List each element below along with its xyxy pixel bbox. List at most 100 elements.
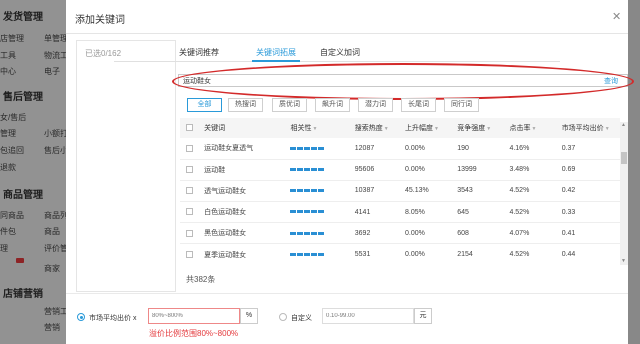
row-checkbox[interactable] — [186, 229, 193, 237]
filter-soaring[interactable]: 飙升词 — [315, 98, 350, 112]
bid-error-message: 溢价比例范围80%~800% — [149, 329, 239, 338]
custom-bid-input[interactable] — [322, 308, 414, 324]
filter-potential[interactable]: 潜力词 — [358, 98, 393, 112]
row-checkbox[interactable] — [186, 187, 193, 195]
cell-keyword: 黑色运动鞋女 — [204, 230, 247, 238]
cell-bid: 0.69 — [561, 166, 576, 174]
tab-recommend[interactable]: 关键词推荐 — [179, 47, 219, 58]
filter-competitor[interactable]: 同行词 — [444, 98, 479, 112]
cell-keyword: 运动鞋 — [204, 166, 226, 174]
cell-ctr: 4.52% — [509, 187, 530, 195]
table-scrollbar[interactable]: ▲ ▼ — [620, 122, 628, 265]
cell-rise: 0.00% — [404, 229, 425, 237]
yuan-unit: 元 — [414, 308, 432, 324]
custom-bid-label: 自定义 — [291, 315, 312, 322]
cell-rise: 0.00% — [404, 166, 425, 174]
filter-quality[interactable]: 质优词 — [272, 98, 307, 112]
keyword-search-box: 查询 — [178, 74, 628, 87]
filter-all[interactable]: 全部 — [187, 98, 222, 112]
row-checkbox[interactable] — [186, 144, 193, 152]
col-ctr[interactable]: 点击率▼ — [509, 118, 561, 138]
total-count: 共382条 — [186, 275, 216, 284]
col-relevance[interactable]: 相关性▼ — [290, 118, 354, 138]
scroll-up-icon[interactable]: ▲ — [621, 122, 626, 128]
cell-competition: 13999 — [457, 166, 477, 174]
cell-competition: 3543 — [457, 187, 473, 195]
cell-relevance — [290, 180, 354, 201]
keyword-search-input[interactable] — [179, 75, 589, 86]
table-row[interactable]: 黑色运动鞋女 3692 0.00% 608 4.07% 0.41 — [180, 223, 620, 244]
percent-unit: % — [240, 308, 258, 324]
cell-relevance — [290, 244, 354, 263]
footer-divider — [66, 293, 628, 294]
cell-competition: 645 — [457, 208, 469, 216]
market-bid-radio[interactable] — [77, 313, 85, 321]
row-checkbox[interactable] — [186, 208, 193, 216]
relevance-bars — [290, 252, 325, 256]
col-bid[interactable]: 市场平均出价▼ — [562, 118, 620, 138]
cell-rise: 8.05% — [404, 208, 425, 216]
cell-bid: 0.41 — [561, 229, 576, 237]
filter-hot[interactable]: 热搜词 — [228, 98, 263, 112]
cell-bid: 0.42 — [561, 187, 576, 195]
table-row[interactable]: 夏季运动鞋女 5531 0.00% 2154 4.52% 0.44 — [180, 244, 620, 263]
relevance-bars — [290, 167, 325, 171]
cell-rise: 0.00% — [404, 251, 425, 259]
col-heat[interactable]: 搜索热度▼ — [355, 118, 405, 138]
cell-ctr: 4.07% — [509, 229, 530, 237]
cell-heat: 95606 — [354, 166, 375, 174]
cell-keyword: 白色运动鞋女 — [204, 209, 247, 217]
close-icon[interactable]: ✕ — [612, 10, 621, 23]
relevance-bars — [290, 189, 325, 193]
cell-ctr: 4.52% — [509, 208, 530, 216]
table-row[interactable]: 运动鞋 95606 0.00% 13999 3.48% 0.69 — [180, 159, 620, 181]
cell-relevance — [290, 138, 354, 159]
cell-ctr: 4.16% — [509, 144, 530, 152]
filter-longtail[interactable]: 长尾词 — [401, 98, 436, 112]
scroll-thumb[interactable] — [621, 152, 627, 164]
relevance-bars — [290, 231, 325, 235]
cell-bid: 0.44 — [561, 251, 576, 259]
tab-expand[interactable]: 关键词拓展 — [256, 47, 296, 58]
cell-ctr: 3.48% — [509, 166, 530, 174]
active-tab-indicator — [252, 60, 300, 62]
row-checkbox[interactable] — [186, 250, 193, 258]
cell-relevance — [290, 159, 354, 180]
cell-heat: 12087 — [354, 144, 375, 152]
cell-rise: 45.13% — [404, 187, 429, 195]
select-all-checkbox[interactable] — [186, 124, 193, 132]
keyword-table: 关键词 相关性▼ 搜索热度▼ 上升幅度▼ 竞争强度▼ 点击率▼ 市场平均出价▼ … — [180, 118, 620, 263]
col-keyword: 关键词 — [204, 125, 226, 132]
cell-competition: 2154 — [457, 251, 473, 259]
col-rise[interactable]: 上升幅度▼ — [405, 118, 457, 138]
row-checkbox[interactable] — [186, 166, 193, 174]
cell-heat: 5531 — [354, 251, 371, 259]
relevance-bars — [290, 146, 325, 150]
cell-ctr: 4.52% — [509, 251, 530, 259]
cell-heat: 4141 — [354, 208, 371, 216]
cell-competition: 608 — [457, 229, 469, 237]
cell-relevance — [290, 202, 354, 223]
tab-custom[interactable]: 自定义加词 — [320, 47, 360, 58]
custom-bid-radio[interactable] — [279, 313, 287, 321]
cell-competition: 190 — [457, 144, 469, 152]
table-row[interactable]: 运动鞋女夏透气 12087 0.00% 190 4.16% 0.37 — [180, 138, 620, 160]
dialog-title: 添加关键词 — [75, 15, 125, 26]
search-button[interactable]: 查询 — [604, 76, 618, 86]
scroll-down-icon[interactable]: ▼ — [621, 258, 626, 264]
dialog-header: 添加关键词 ✕ — [66, 0, 628, 34]
cell-keyword: 夏季运动鞋女 — [204, 251, 247, 259]
selected-keywords-panel: 已选0/162 — [76, 40, 176, 292]
keyword-tabs: 关键词推荐 关键词拓展 自定义加词 — [114, 42, 560, 62]
table-row[interactable]: 白色运动鞋女 4141 8.05% 645 4.52% 0.33 — [180, 202, 620, 223]
cell-rise: 0.00% — [404, 144, 425, 152]
bid-ratio-input[interactable] — [148, 308, 240, 324]
cell-keyword: 运动鞋女夏透气 — [204, 145, 254, 153]
cell-relevance — [290, 223, 354, 244]
cell-keyword: 透气运动鞋女 — [204, 187, 247, 195]
cell-heat: 10387 — [354, 187, 375, 195]
table-header-row: 关键词 相关性▼ 搜索热度▼ 上升幅度▼ 竞争强度▼ 点击率▼ 市场平均出价▼ — [180, 118, 620, 138]
col-competition[interactable]: 竞争强度▼ — [457, 118, 509, 138]
market-bid-label: 市场平均出价 x — [89, 315, 137, 322]
table-row[interactable]: 透气运动鞋女 10387 45.13% 3543 4.52% 0.42 — [180, 180, 620, 202]
